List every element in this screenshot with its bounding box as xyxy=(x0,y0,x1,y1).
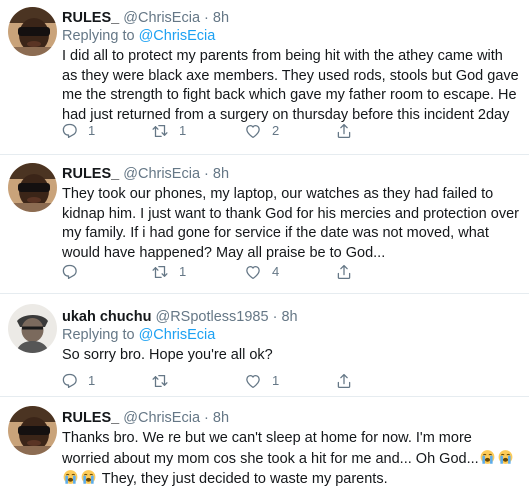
display-name[interactable]: RULES_ xyxy=(62,10,119,26)
crying-face-emoji-icon xyxy=(62,469,79,485)
tweet[interactable]: ukah chuchu @RSpotless1985 · 8h Replying… xyxy=(0,294,529,397)
crying-face-emoji-icon xyxy=(497,449,514,465)
retweet-icon xyxy=(151,263,169,281)
tweet-text: They took our phones, my laptop, our wat… xyxy=(62,186,519,261)
retweet-count: 1 xyxy=(179,123,187,138)
retweet-count: 1 xyxy=(179,264,187,279)
timestamp[interactable]: 8h xyxy=(281,309,297,325)
separator-dot: · xyxy=(204,10,209,26)
reply-icon xyxy=(60,372,78,390)
tweet-actions: 1 1 xyxy=(60,370,500,392)
reply-button[interactable]: 1 xyxy=(60,120,95,142)
like-count: 4 xyxy=(272,264,280,279)
tweet-actions: 1 4 xyxy=(60,261,500,283)
crying-face-emoji-icon xyxy=(80,469,97,485)
retweet-button[interactable]: 1 xyxy=(151,261,186,283)
share-button[interactable] xyxy=(335,370,353,392)
tweet-text: So sorry bro. Hope you're all ok? xyxy=(62,347,273,363)
username[interactable]: @ChrisEcia xyxy=(123,166,200,182)
reply-button[interactable]: 1 xyxy=(60,370,95,392)
retweet-button[interactable] xyxy=(151,370,179,392)
tweet[interactable]: RULES_ @ChrisEcia · 8h Replying to @Chri… xyxy=(0,0,529,155)
like-count: 1 xyxy=(272,373,280,388)
replying-to-label: Replying to xyxy=(62,28,135,44)
tweet-text-part: Thanks bro. We re but we can't sleep at … xyxy=(62,430,479,467)
replying-to-link[interactable]: @ChrisEcia xyxy=(139,28,216,44)
reply-count: 1 xyxy=(88,123,96,138)
retweet-button[interactable]: 1 xyxy=(151,120,186,142)
avatar[interactable] xyxy=(8,7,57,56)
share-icon xyxy=(335,122,353,140)
share-icon xyxy=(335,372,353,390)
tweet-text: I did all to protect my parents from bei… xyxy=(62,48,519,123)
heart-icon xyxy=(244,122,262,140)
tweet-header: RULES_ @ChrisEcia · 8h xyxy=(62,165,519,183)
separator-dot: · xyxy=(204,410,209,426)
reply-icon xyxy=(60,263,78,281)
heart-icon xyxy=(244,263,262,281)
retweet-icon xyxy=(151,372,169,390)
replying-to-label: Replying to xyxy=(62,327,135,343)
tweet[interactable]: RULES_ @ChrisEcia · 8h They took our pho… xyxy=(0,155,529,294)
crying-face-emoji-icon xyxy=(479,449,496,465)
reply-count: 1 xyxy=(88,373,96,388)
tweet[interactable]: RULES_ @ChrisEcia · 8h Thanks bro. We re… xyxy=(0,397,529,494)
replying-to: Replying to @ChrisEcia xyxy=(62,326,519,344)
share-button[interactable] xyxy=(335,261,353,283)
share-icon xyxy=(335,263,353,281)
like-count: 2 xyxy=(272,123,280,138)
heart-icon xyxy=(244,372,262,390)
display-name[interactable]: RULES_ xyxy=(62,166,119,182)
reply-button[interactable] xyxy=(60,261,88,283)
tweet-header: ukah chuchu @RSpotless1985 · 8h xyxy=(62,308,519,326)
display-name[interactable]: ukah chuchu xyxy=(62,309,151,325)
avatar[interactable] xyxy=(8,406,57,455)
reply-thread: RULES_ @ChrisEcia · 8h Replying to @Chri… xyxy=(0,0,529,494)
like-button[interactable]: 1 xyxy=(244,370,279,392)
tweet-header: RULES_ @ChrisEcia · 8h xyxy=(62,9,519,27)
share-button[interactable] xyxy=(335,120,353,142)
reply-icon xyxy=(60,122,78,140)
like-button[interactable]: 2 xyxy=(244,120,279,142)
username[interactable]: @RSpotless1985 xyxy=(155,309,268,325)
separator-dot: · xyxy=(272,309,278,325)
tweet-actions: 1 1 2 xyxy=(60,120,500,142)
like-button[interactable]: 4 xyxy=(244,261,279,283)
tweet-text-part: They, they just decided to waste my pare… xyxy=(98,471,388,487)
timestamp[interactable]: 8h xyxy=(213,410,229,426)
display-name[interactable]: RULES_ xyxy=(62,410,119,426)
retweet-icon xyxy=(151,122,169,140)
tweet-text: Thanks bro. We re but we can't sleep at … xyxy=(62,429,519,490)
avatar[interactable] xyxy=(8,304,57,353)
replying-to-link[interactable]: @ChrisEcia xyxy=(139,327,216,343)
tweet-header: RULES_ @ChrisEcia · 8h xyxy=(62,409,519,427)
replying-to: Replying to @ChrisEcia xyxy=(62,27,519,45)
avatar[interactable] xyxy=(8,163,57,212)
username[interactable]: @ChrisEcia xyxy=(123,10,200,26)
username[interactable]: @ChrisEcia xyxy=(123,410,200,426)
timestamp[interactable]: 8h xyxy=(213,166,229,182)
separator-dot: · xyxy=(204,166,209,182)
timestamp[interactable]: 8h xyxy=(213,10,229,26)
